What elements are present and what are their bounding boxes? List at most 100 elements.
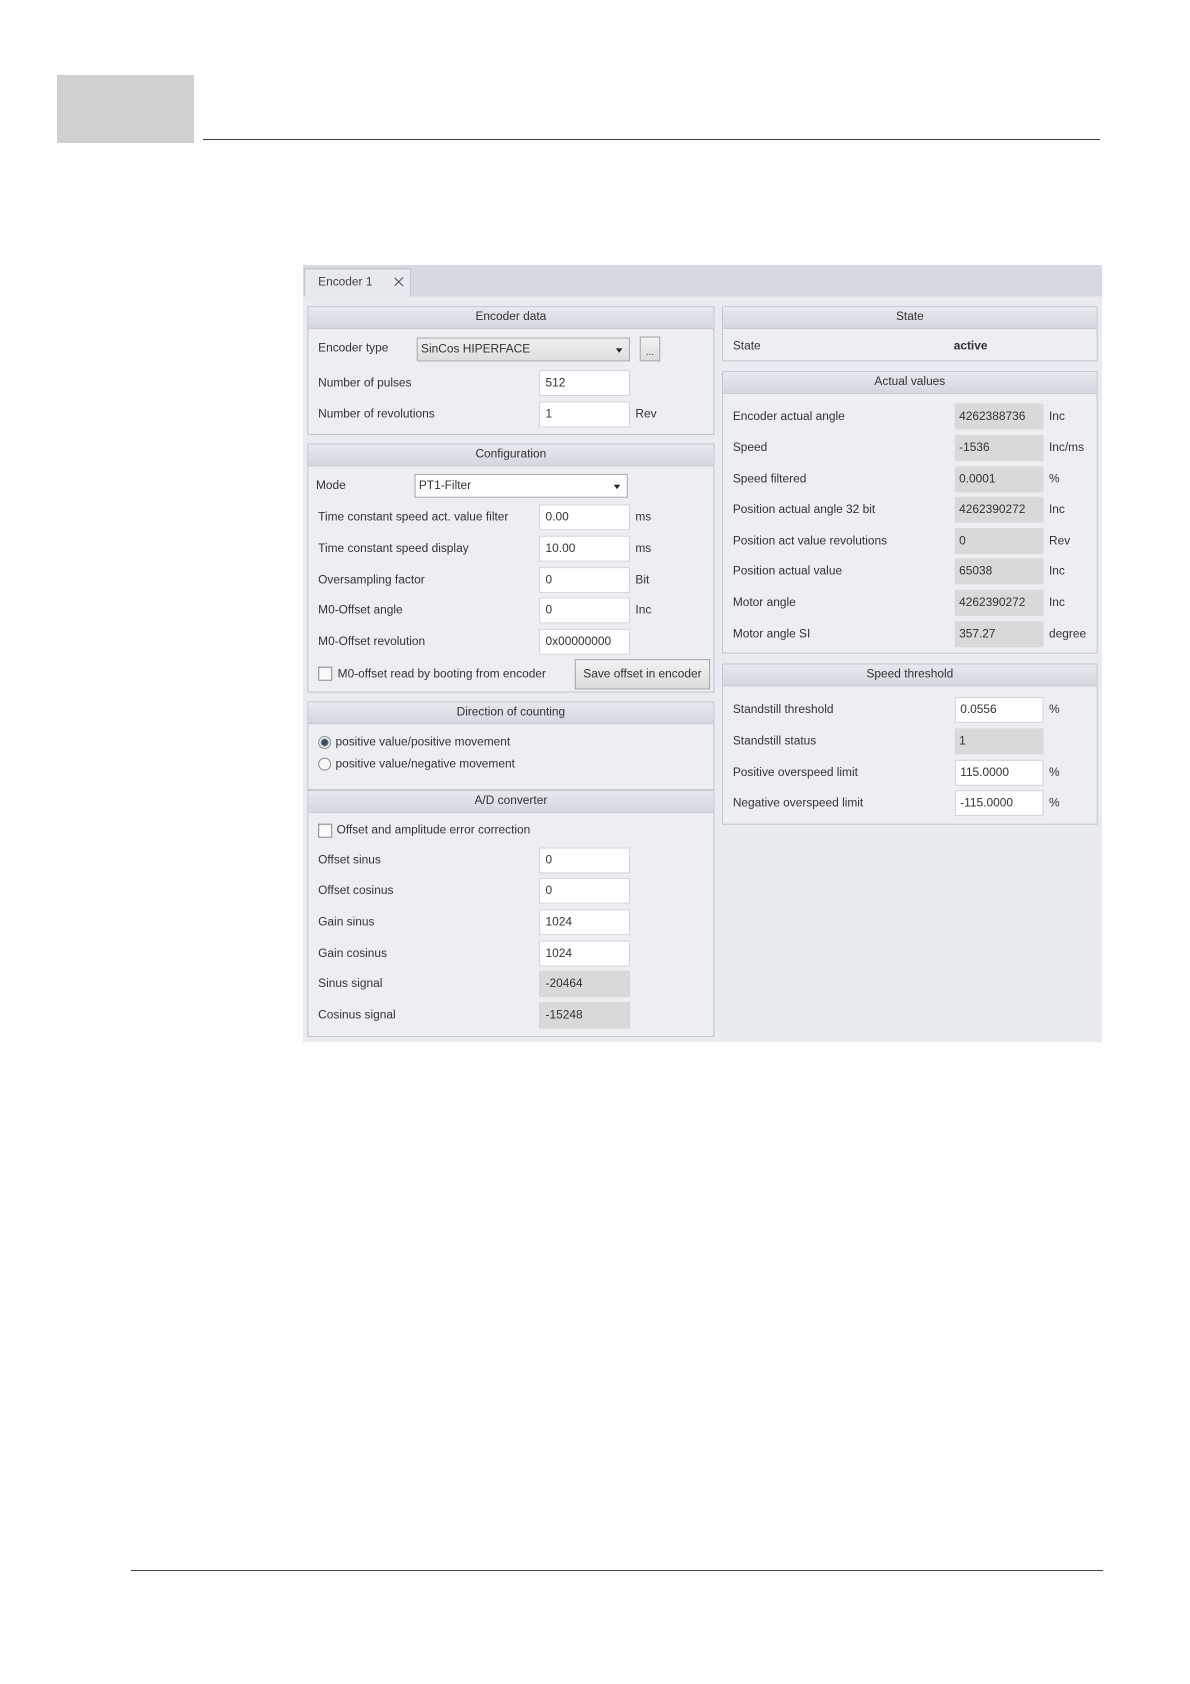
chevron-down-icon — [613, 484, 621, 490]
oversampling-factor-label: Oversampling factor — [318, 573, 425, 587]
unit-label: Bit — [635, 573, 650, 587]
section-title: Direction of counting — [308, 702, 714, 725]
gain-cosinus-input[interactable]: 1024 — [539, 940, 630, 967]
encoder-type-label: Encoder type — [318, 341, 389, 355]
position-actual-value: 65038 — [954, 558, 1044, 585]
motor-angle-value: 4262390272 — [954, 589, 1044, 616]
state-section: State State active — [722, 306, 1098, 362]
speed-filtered-label: Speed filtered — [732, 472, 807, 486]
offset-sinus-label: Offset sinus — [318, 853, 381, 867]
standstill-status-value: 1 — [954, 728, 1044, 755]
negative-overspeed-limit-label: Negative overspeed limit — [732, 796, 864, 810]
header-rule — [203, 139, 1100, 140]
position-actual-angle-value: 4262390272 — [954, 496, 1044, 523]
sinus-signal-value: -20464 — [539, 970, 630, 997]
speed-threshold-section: Speed threshold Standstill threshold 0.0… — [722, 663, 1098, 825]
unit-label: % — [1048, 766, 1060, 780]
error-correction-checkbox[interactable] — [318, 823, 333, 838]
unit-label: Rev — [635, 407, 657, 421]
encoder-type-dropdown[interactable]: SinCos HIPERFACE — [416, 337, 630, 362]
unit-label: Inc — [635, 603, 652, 617]
position-actual-angle-label: Position actual angle 32 bit — [732, 503, 876, 517]
unit-label: degree — [1048, 627, 1087, 641]
mode-value: PT1-Filter — [418, 479, 472, 493]
offset-cosinus-input[interactable]: 0 — [539, 877, 630, 904]
m0-offset-revolution-label: M0-Offset revolution — [318, 635, 426, 649]
unit-label: % — [1048, 703, 1060, 717]
direction-of-counting-section: Direction of counting positive value/pos… — [307, 701, 715, 791]
close-icon[interactable] — [394, 277, 404, 287]
section-title: Configuration — [308, 444, 714, 467]
standstill-status-label: Standstill status — [732, 734, 817, 748]
display-time-constant-input[interactable]: 10.00 — [539, 535, 630, 562]
gain-sinus-label: Gain sinus — [318, 915, 375, 929]
section-title: A/D converter — [308, 791, 714, 813]
unit-label: Inc — [1048, 596, 1065, 610]
negative-movement-label: positive value/negative movement — [335, 757, 515, 771]
tab-encoder-1[interactable]: Encoder 1 — [304, 268, 412, 297]
motor-angle-si-value: 357.27 — [954, 621, 1044, 648]
positive-overspeed-limit-input[interactable]: 115.0000 — [954, 759, 1044, 786]
positive-overspeed-limit-label: Positive overspeed limit — [732, 766, 858, 780]
standstill-threshold-input[interactable]: 0.0556 — [954, 696, 1044, 723]
unit-label: Inc — [1048, 503, 1065, 517]
encoder-type-browse-button[interactable]: ... — [639, 336, 661, 362]
positive-movement-label: positive value/positive movement — [335, 735, 511, 749]
motor-angle-label: Motor angle — [732, 596, 796, 610]
position-revolutions-value: 0 — [954, 528, 1044, 555]
number-of-pulses-input[interactable]: 512 — [539, 370, 630, 397]
configuration-section: Configuration Mode PT1-Filter Time const… — [307, 443, 715, 693]
cosinus-signal-value: -15248 — [539, 1002, 630, 1029]
unit-label: Inc — [1048, 410, 1065, 424]
unit-label: ms — [635, 510, 652, 524]
offset-sinus-input[interactable]: 0 — [539, 847, 630, 874]
unit-label: Inc — [1048, 564, 1065, 578]
encoder-data-section: Encoder data Encoder type SinCos HIPERFA… — [307, 306, 715, 435]
number-of-revolutions-input[interactable]: 1 — [539, 401, 630, 428]
section-title: State — [723, 307, 1097, 329]
speed-filtered-value: 0.0001 — [954, 466, 1044, 493]
speed-label: Speed — [732, 441, 768, 455]
chevron-down-icon — [615, 348, 623, 353]
offset-cosinus-label: Offset cosinus — [318, 884, 394, 898]
cosinus-signal-label: Cosinus signal — [318, 1008, 396, 1022]
display-time-constant-label: Time constant speed display — [318, 542, 469, 556]
tab-strip: Encoder 1 — [303, 265, 1103, 297]
state-label: State — [732, 339, 761, 353]
m0-offset-revolution-input[interactable]: 0x00000000 — [539, 628, 630, 655]
filter-time-constant-label: Time constant speed act. value filter — [318, 510, 509, 524]
motor-angle-si-label: Motor angle SI — [732, 627, 811, 641]
actual-values-section: Actual values Encoder actual angle 42623… — [722, 371, 1098, 654]
unit-label: Inc/ms — [1048, 441, 1085, 455]
section-title: Encoder data — [308, 307, 714, 329]
error-correction-label: Offset and amplitude error correction — [336, 823, 531, 837]
number-of-revolutions-label: Number of revolutions — [318, 407, 435, 421]
positive-movement-radio[interactable] — [318, 735, 332, 749]
encoder-type-value: SinCos HIPERFACE — [421, 342, 531, 356]
read-on-boot-checkbox[interactable] — [318, 666, 333, 681]
encoder-settings-panel: Encoder 1 Encoder data Encoder type SinC… — [303, 265, 1103, 1043]
state-value: active — [953, 339, 988, 353]
unit-label: ms — [635, 542, 652, 556]
sinus-signal-label: Sinus signal — [318, 977, 383, 991]
encoder-actual-angle-label: Encoder actual angle — [732, 410, 845, 424]
position-actual-value-label: Position actual value — [732, 564, 843, 578]
unit-label: % — [1048, 472, 1060, 486]
oversampling-factor-input[interactable]: 0 — [539, 567, 630, 594]
section-title: Speed threshold — [723, 664, 1097, 687]
gain-sinus-input[interactable]: 1024 — [539, 909, 630, 936]
ad-converter-section: A/D converter Offset and amplitude error… — [307, 790, 715, 1037]
filter-time-constant-input[interactable]: 0.00 — [539, 504, 630, 531]
save-offset-button[interactable]: Save offset in encoder — [574, 659, 711, 690]
negative-movement-radio[interactable] — [318, 757, 332, 771]
footer-rule — [131, 1570, 1103, 1571]
section-title: Actual values — [723, 372, 1097, 394]
m0-offset-angle-input[interactable]: 0 — [539, 597, 630, 624]
mode-label: Mode — [315, 479, 346, 493]
mode-dropdown[interactable]: PT1-Filter — [414, 473, 628, 498]
gain-cosinus-label: Gain cosinus — [318, 947, 388, 961]
m0-offset-angle-label: M0-Offset angle — [318, 603, 403, 617]
number-of-pulses-label: Number of pulses — [318, 376, 412, 390]
negative-overspeed-limit-input[interactable]: -115.0000 — [954, 790, 1044, 817]
standstill-threshold-label: Standstill threshold — [732, 703, 834, 717]
